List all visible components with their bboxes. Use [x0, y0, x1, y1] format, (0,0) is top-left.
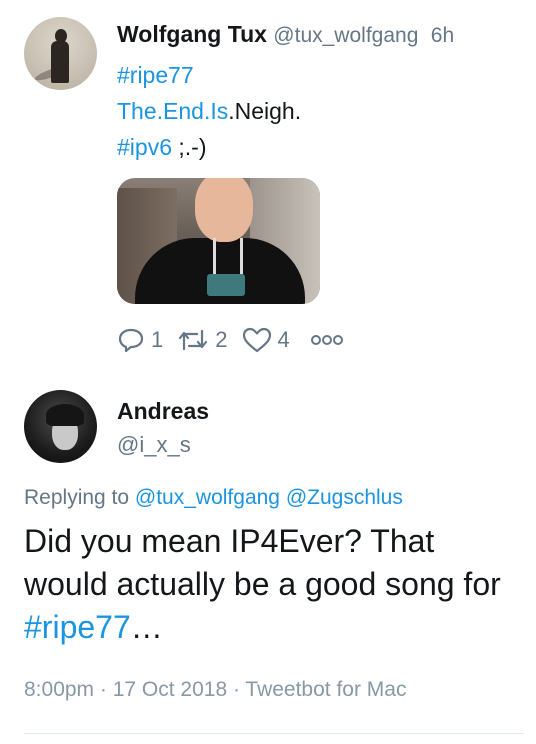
mention-link[interactable]: @Zugschlus	[286, 486, 403, 509]
tweet-text-body: Did you mean IP4Ever? That would actuall…	[24, 523, 501, 602]
photo-badge	[207, 274, 245, 296]
author-name[interactable]: Wolfgang Tux	[117, 21, 267, 47]
divider	[24, 733, 524, 734]
like-count: 4	[277, 327, 290, 352]
avatar-hair	[46, 404, 84, 426]
reply-count: 1	[151, 327, 164, 352]
hashtag-link[interactable]: #ripe77	[24, 609, 131, 645]
avatar[interactable]	[24, 17, 97, 90]
photo-person-head	[195, 178, 253, 242]
replying-to-label: Replying to	[24, 486, 135, 509]
author-handle[interactable]: @i_x_s	[117, 430, 191, 460]
reply-button[interactable]: 1	[117, 327, 163, 353]
tweet-text-fragment: .Neigh.	[228, 98, 302, 124]
tweet-time[interactable]: 6h	[431, 24, 454, 47]
more-icon	[310, 335, 343, 345]
retweet-icon	[179, 329, 208, 351]
tweet-header: Wolfgang Tux @tux_wolfgang 6h	[117, 18, 454, 52]
url-link[interactable]: The.End.Is	[117, 98, 228, 124]
tweet-meta: 8:00pm · 17 Oct 2018 · Tweetbot for Mac	[24, 678, 407, 701]
like-button[interactable]: 4	[242, 327, 290, 353]
hashtag-link[interactable]: #ipv6	[117, 134, 172, 160]
hashtag-link[interactable]: #ripe77	[117, 62, 194, 88]
emoticon-text: ;.-)	[171, 134, 207, 160]
reply-icon	[118, 328, 144, 353]
retweet-button[interactable]: 2	[177, 327, 228, 353]
tweet-text-ellipsis: …	[130, 609, 163, 645]
retweet-count: 2	[215, 327, 228, 352]
author-name[interactable]: Andreas	[117, 396, 209, 426]
tweet-actions: 1 2 4	[117, 322, 358, 358]
avatar-figure-body	[51, 41, 69, 83]
author-handle[interactable]: @tux_wolfgang	[273, 24, 418, 47]
tweet-photo[interactable]	[117, 178, 320, 304]
tweet-text: #ripe77 The.End.Is.Neigh. #ipv6 ;.-)	[117, 57, 301, 165]
more-button[interactable]	[310, 333, 344, 347]
mention-link[interactable]: @tux_wolfgang	[135, 486, 280, 509]
tweet-text: Did you mean IP4Ever? That would actuall…	[24, 520, 524, 649]
like-icon	[242, 327, 271, 353]
replying-to: Replying to @tux_wolfgang @Zugschlus	[24, 484, 403, 512]
avatar[interactable]	[24, 390, 97, 463]
